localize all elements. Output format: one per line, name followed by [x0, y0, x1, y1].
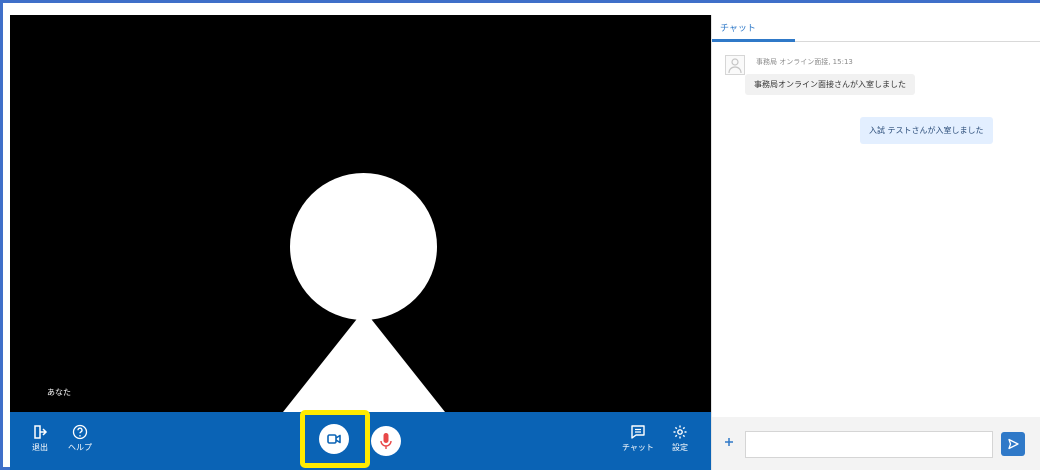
avatar-head: [290, 173, 437, 320]
microphone-toggle-button[interactable]: [371, 426, 401, 456]
active-tab-indicator: [712, 39, 795, 42]
user-icon: [728, 58, 742, 74]
exit-icon: [34, 425, 48, 439]
chat-composer: [712, 417, 1040, 470]
send-button[interactable]: [1001, 432, 1025, 456]
microphone-icon: [380, 433, 392, 449]
help-label: ヘルプ: [68, 443, 92, 452]
avatar-body: [283, 310, 445, 412]
settings-label: 設定: [672, 443, 688, 452]
leave-label: 退出: [32, 443, 48, 452]
camera-highlight: [300, 410, 370, 468]
help-button[interactable]: ヘルプ: [68, 424, 92, 453]
attach-button[interactable]: [724, 435, 734, 451]
participant-label: あなた: [47, 388, 71, 397]
send-icon: [1008, 438, 1019, 450]
sender-avatar: [725, 55, 745, 75]
settings-button[interactable]: 設定: [672, 424, 688, 453]
chat-panel: チャット 事務局 オンライン面接, 15:13 事務局オンライン面接さんが入室し…: [711, 15, 1040, 470]
message-meta: 事務局 オンライン面接, 15:13: [756, 58, 853, 66]
plus-icon: [725, 438, 733, 446]
leave-button[interactable]: 退出: [32, 424, 48, 453]
video-stage: あなた: [10, 15, 711, 412]
camera-toggle-button[interactable]: [319, 424, 349, 454]
help-circle-icon: [72, 424, 88, 440]
incoming-message: 事務局オンライン面接さんが入室しました: [745, 74, 915, 95]
meeting-toolbar: 退出 ヘルプ チャット 設定: [10, 410, 711, 470]
chat-message-input[interactable]: [745, 431, 993, 458]
outgoing-message: 入試 テストさんが入室しました: [860, 117, 993, 144]
chat-label: チャット: [622, 443, 654, 452]
tab-chat[interactable]: チャット: [720, 21, 756, 34]
chat-toggle-button[interactable]: チャット: [622, 424, 654, 453]
chat-tab-bar: チャット: [712, 15, 1040, 42]
gear-icon: [673, 425, 687, 439]
chat-bubble-icon: [631, 425, 645, 439]
video-camera-icon: [327, 434, 341, 444]
